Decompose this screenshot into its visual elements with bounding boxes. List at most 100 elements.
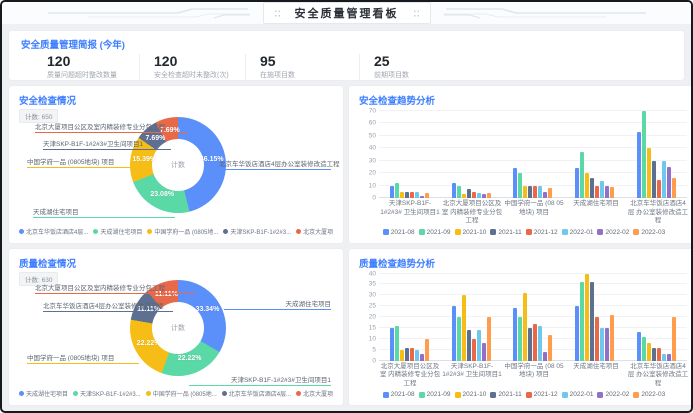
bar[interactable] — [513, 168, 517, 198]
bar[interactable] — [405, 192, 409, 198]
bar[interactable] — [637, 132, 641, 198]
legend-item[interactable]: 天津SKP-B1F-1#2#3... — [223, 227, 291, 236]
legend-item[interactable]: 2022-02 — [597, 391, 629, 398]
legend-item[interactable]: 2021-12 — [526, 391, 558, 398]
legend-item[interactable]: 2021-08 — [383, 391, 415, 398]
legend-item[interactable]: 2022-03 — [633, 391, 665, 398]
bar[interactable] — [595, 186, 599, 198]
bar[interactable] — [452, 306, 456, 360]
bar[interactable] — [467, 330, 471, 361]
bar[interactable] — [575, 168, 579, 198]
bar[interactable] — [482, 194, 486, 198]
legend-item[interactable]: 中国学府一品 (0805地... — [146, 389, 217, 398]
bar[interactable] — [533, 324, 537, 361]
legend-item[interactable]: 天成湖住宅项目 — [19, 389, 68, 398]
bar[interactable] — [410, 348, 414, 361]
bar[interactable] — [457, 186, 461, 198]
bar[interactable] — [415, 192, 419, 198]
legend-item[interactable]: 2021-09 — [419, 391, 451, 398]
bar[interactable] — [477, 193, 481, 198]
bar[interactable] — [548, 335, 552, 361]
bar[interactable] — [523, 293, 527, 361]
bar[interactable] — [523, 186, 527, 198]
bar[interactable] — [595, 317, 599, 361]
bar[interactable] — [600, 181, 604, 198]
legend-item[interactable]: 天津SKP-B1F-1#2#3... — [73, 389, 141, 398]
bar[interactable] — [420, 354, 424, 361]
bar[interactable] — [585, 173, 589, 198]
legend-item[interactable]: 北京大厦项目公区及室... — [296, 389, 333, 398]
bar[interactable] — [395, 183, 399, 198]
bar[interactable] — [605, 186, 609, 198]
bar[interactable] — [400, 350, 404, 361]
bar[interactable] — [487, 193, 491, 198]
bar[interactable] — [575, 306, 579, 360]
legend-item[interactable]: 天成湖住宅项目 — [93, 227, 142, 236]
bar[interactable] — [518, 173, 522, 198]
bar[interactable] — [462, 295, 466, 360]
bar[interactable] — [528, 328, 532, 361]
legend-item[interactable]: 2021-08 — [383, 229, 415, 236]
bar[interactable] — [585, 274, 589, 361]
bar[interactable] — [390, 328, 394, 361]
bar[interactable] — [652, 348, 656, 361]
bar[interactable] — [477, 330, 481, 361]
bar[interactable] — [452, 183, 456, 198]
bar[interactable] — [580, 282, 584, 360]
bar[interactable] — [538, 186, 542, 198]
bar[interactable] — [487, 317, 491, 361]
bar[interactable] — [543, 192, 547, 198]
bar[interactable] — [605, 328, 609, 361]
bar[interactable] — [642, 337, 646, 361]
bar[interactable] — [467, 189, 471, 198]
bar[interactable] — [637, 332, 641, 360]
bar[interactable] — [472, 339, 476, 361]
bar[interactable] — [390, 186, 394, 198]
legend-item[interactable]: 北京大厦项目公区及室... — [296, 227, 333, 236]
legend-item[interactable]: 北京车华饭店酒店4层... — [222, 389, 291, 398]
bar[interactable] — [462, 194, 466, 198]
bar[interactable] — [395, 326, 399, 361]
legend-item[interactable]: 2021-09 — [419, 229, 451, 236]
bar[interactable] — [652, 161, 656, 198]
bar[interactable] — [672, 317, 676, 361]
bar[interactable] — [610, 187, 614, 198]
bar[interactable] — [425, 193, 429, 198]
bar[interactable] — [548, 188, 552, 198]
bar[interactable] — [400, 192, 404, 198]
legend-item[interactable]: 2021-12 — [526, 229, 558, 236]
bar[interactable] — [657, 348, 661, 361]
bar[interactable] — [580, 152, 584, 198]
bar[interactable] — [647, 148, 651, 198]
bar[interactable] — [415, 350, 419, 361]
bar[interactable] — [528, 186, 532, 198]
legend-item[interactable]: 2021-11 — [490, 229, 521, 236]
bar[interactable] — [410, 192, 414, 198]
bar[interactable] — [672, 178, 676, 198]
bar[interactable] — [667, 354, 671, 361]
bar[interactable] — [642, 111, 646, 198]
bar[interactable] — [482, 343, 486, 360]
bar[interactable] — [425, 339, 429, 361]
bar[interactable] — [647, 343, 651, 360]
bar[interactable] — [600, 328, 604, 361]
bar[interactable] — [662, 161, 666, 198]
bar[interactable] — [405, 348, 409, 361]
bar[interactable] — [513, 308, 517, 360]
legend-item[interactable]: 2022-01 — [562, 391, 594, 398]
bar[interactable] — [472, 192, 476, 198]
bar[interactable] — [590, 178, 594, 198]
legend-item[interactable]: 2021-11 — [490, 391, 521, 398]
bar[interactable] — [667, 167, 671, 198]
bar[interactable] — [518, 317, 522, 361]
donut-ring[interactable]: 计数 33.34%22.22%22.22%11.11%11.11% — [130, 280, 226, 376]
bar[interactable] — [662, 354, 666, 361]
legend-item[interactable]: 2021-10 — [455, 391, 487, 398]
bar[interactable] — [457, 317, 461, 361]
bar[interactable] — [610, 315, 614, 361]
bar[interactable] — [590, 282, 594, 360]
bar[interactable] — [543, 352, 547, 361]
legend-item[interactable]: 2021-10 — [455, 229, 487, 236]
bar[interactable] — [657, 180, 661, 199]
legend-item[interactable]: 2022-02 — [597, 229, 629, 236]
